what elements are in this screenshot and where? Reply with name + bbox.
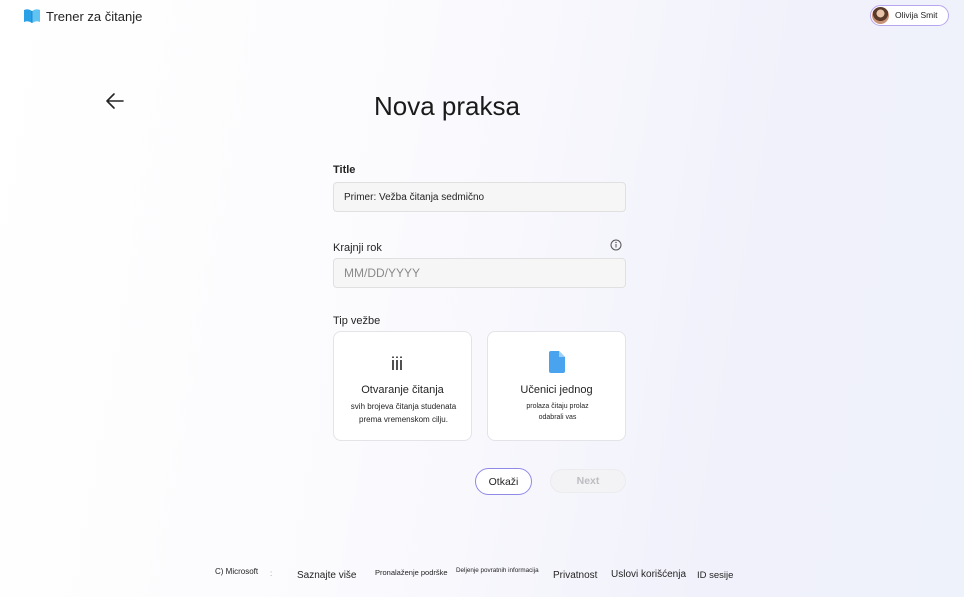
card-title: Učenici jednog [520,384,593,396]
footer-learn-more-link[interactable]: Saznajte više [297,570,356,581]
card-description: svih brojeva čitanja studenata prema vre… [344,400,463,426]
practice-type-card-single-passage[interactable]: Učenici jednog prolaza čitaju prolaz oda… [487,331,626,441]
card-description-line: svih brojeva čitanja studenata [350,402,457,411]
card-title: Otvaranje čitanja [361,384,444,396]
cancel-button[interactable]: Otkaži [475,468,532,495]
reading-lines-icon: iii [391,354,403,374]
user-name: Olivija Smit [895,10,938,20]
practice-type-card-open-reading[interactable]: iii Otvaranje čitanja svih brojeva čitan… [333,331,472,441]
page-title: Nova praksa [374,91,520,121]
card-description-line: odabrali vas [538,414,577,421]
app-title: Trener za čitanje [46,9,143,24]
info-icon[interactable] [610,239,622,251]
card-description: prolaza čitaju prolaz odabrali vas [510,401,605,423]
title-label: Title [333,164,356,176]
card-description-line: prema vremenskom cilju. [359,415,448,424]
deadline-label: Krajnji rok [333,242,382,254]
footer-separator: : [270,569,273,578]
user-profile-button[interactable]: Olivija Smit [870,5,949,26]
footer-session-id-link[interactable]: ID sesije [697,570,733,581]
back-arrow-icon[interactable] [105,92,125,110]
practice-type-label: Tip vežbe [333,315,381,327]
footer-feedback-link[interactable]: Deljenje povratnih informacija [456,567,539,574]
deadline-date-input[interactable] [333,258,626,288]
card-description-line: prolaza čitaju prolaz [526,403,589,410]
footer-support-link[interactable]: Pronalaženje podrške [375,568,448,577]
title-input[interactable] [333,182,626,212]
next-button: Next [550,469,626,493]
header: Trener za čitanje Olivija Smit [0,0,964,34]
footer-terms-link[interactable]: Uslovi korišćenja [611,569,686,580]
document-icon [549,351,565,373]
footer-copyright: C) Microsoft [215,567,259,576]
footer-privacy-link[interactable]: Privatnost [553,570,597,581]
avatar [872,7,889,24]
reading-coach-logo-icon [24,9,40,23]
